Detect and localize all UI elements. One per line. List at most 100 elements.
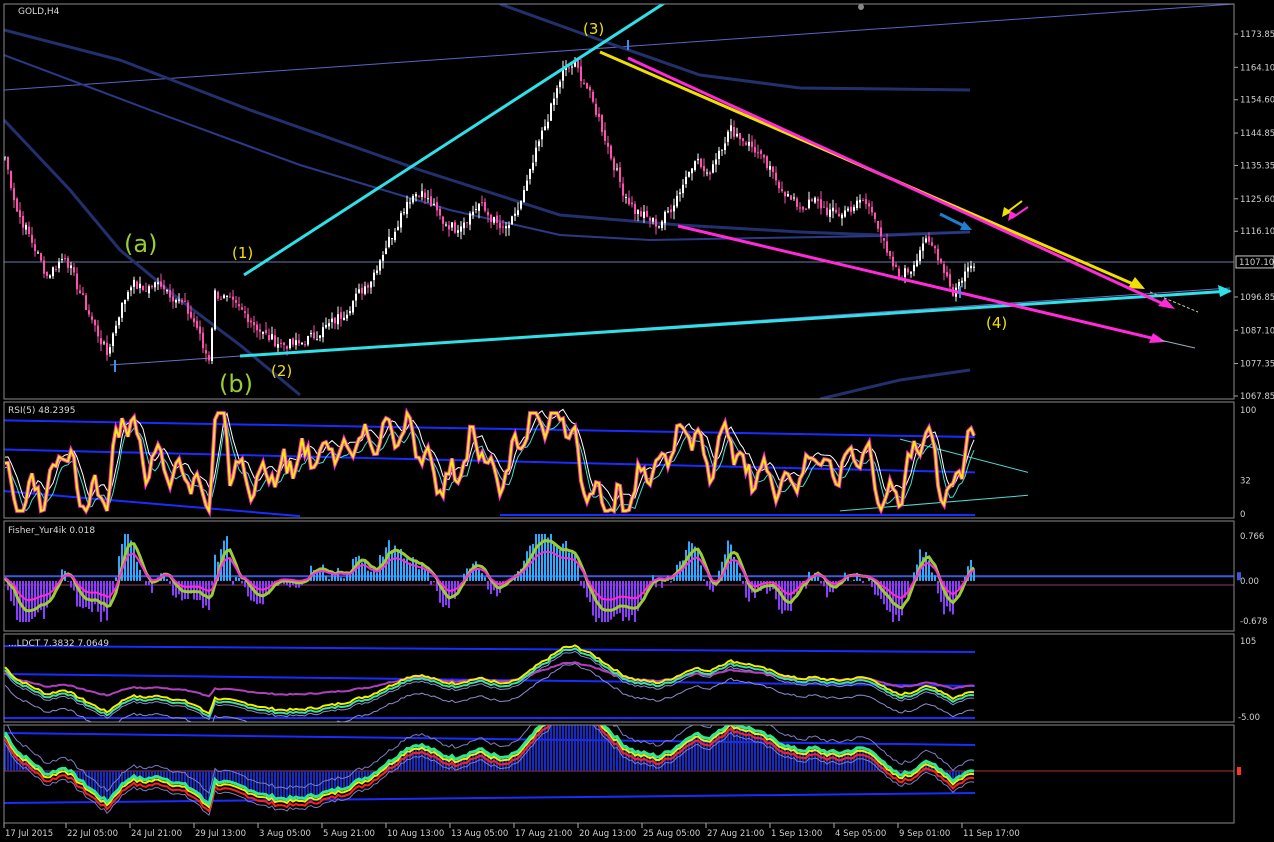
fisher-bar [265,580,267,594]
candle-body [196,320,198,328]
band-histogram-bar [127,771,129,780]
fisher-bar [328,579,330,581]
candle-body [280,342,282,344]
fisher-bar [43,580,45,619]
candle-body [577,60,579,68]
candle-body [859,199,861,203]
candle-body [637,210,639,214]
price-tick-label: 1096.85 [1240,293,1274,303]
candle-body [772,166,774,172]
fisher-bar [871,580,873,588]
fisher-bar [625,580,627,618]
rsi-tick-label: 100 [1240,406,1256,416]
fisher-bar [331,573,333,581]
fisher-bar [187,580,189,600]
band-histogram-bar [280,771,282,798]
candle-body [652,217,654,222]
candle-body [58,261,60,269]
time-tick-label: 10 Aug 13:00 [387,829,444,839]
candle-body [19,210,21,217]
band-histogram-bar [757,730,759,771]
band-histogram-bar [718,729,720,771]
candle-body [232,296,234,300]
candle-body [274,335,276,347]
candle-body [157,282,159,285]
fisher-bar [949,580,951,612]
fisher-bar [418,569,420,581]
candle-body [217,291,219,299]
candle-body [781,189,783,192]
band-marker [1237,767,1241,775]
candle-body [850,206,852,212]
candle-body [397,226,399,230]
band-histogram-bar [766,735,768,771]
candle-body [736,133,738,137]
candle-body [214,290,216,330]
fisher-bar [556,546,558,581]
band-histogram-bar [364,771,366,778]
candle-body [40,253,42,261]
band-histogram-bar [190,771,192,789]
fisher-bar [952,580,954,615]
fisher-tick-label: 0.00 [1240,577,1259,587]
band-histogram-bar [298,771,300,798]
candle-body [355,293,357,301]
band-histogram-bar [268,771,270,796]
fisher-bar [742,580,744,584]
candle-body [241,307,243,310]
candle-body [808,199,810,209]
candle-body [739,132,741,140]
candle-body [601,115,603,132]
band-histogram-bar [304,771,306,798]
candle-body [649,217,651,221]
candle-body [499,222,501,229]
candle-body [313,332,315,339]
band-histogram-bar [226,771,228,781]
candle-body [34,244,36,251]
band-histogram-bar [340,771,342,789]
candle-body [586,83,588,89]
price-tick-label: 1067.85 [1240,392,1274,402]
fisher-bar [346,574,348,581]
fisher-bar [343,578,345,581]
candle-body [391,238,393,240]
candle-body [514,213,516,216]
candle-body [853,207,855,211]
candle-body [613,158,615,171]
band-histogram-bar [958,771,960,776]
candle-body [688,171,690,177]
candle-body [175,299,177,303]
candle-body [130,287,132,291]
time-tick-label: 5 Aug 21:00 [323,829,375,839]
candle-body [802,206,804,210]
band-histogram-bar [307,771,309,795]
price-tick-label: 1087.10 [1240,326,1274,336]
candle-body [463,222,465,229]
band-histogram-bar [97,771,99,795]
band-histogram-bar [748,726,750,771]
fisher-bar [376,572,378,581]
fisher-bar [115,577,117,581]
fisher-bar [853,579,855,581]
fisher-bar [559,549,561,581]
candle-body [805,208,807,210]
band-histogram-bar [295,771,297,796]
candle-body [829,209,831,217]
fisher-bar [538,533,540,581]
candle-body [883,237,885,241]
fisher-bar [259,580,261,604]
candle-body [793,197,795,199]
candle-body [619,167,621,182]
candle-body [337,314,339,325]
candle-body [913,265,915,272]
candle-body [607,142,609,147]
fisher-bar [745,580,747,598]
time-tick-label: 20 Aug 13:00 [579,829,636,839]
candle-body [277,344,279,348]
candle-body [454,222,456,233]
fisher-bar [577,564,579,581]
time-tick-label: 13 Aug 05:00 [451,829,508,839]
candle-body [346,314,348,319]
fisher-bar [823,580,825,587]
price-tick-label: 1164.10 [1240,63,1274,73]
